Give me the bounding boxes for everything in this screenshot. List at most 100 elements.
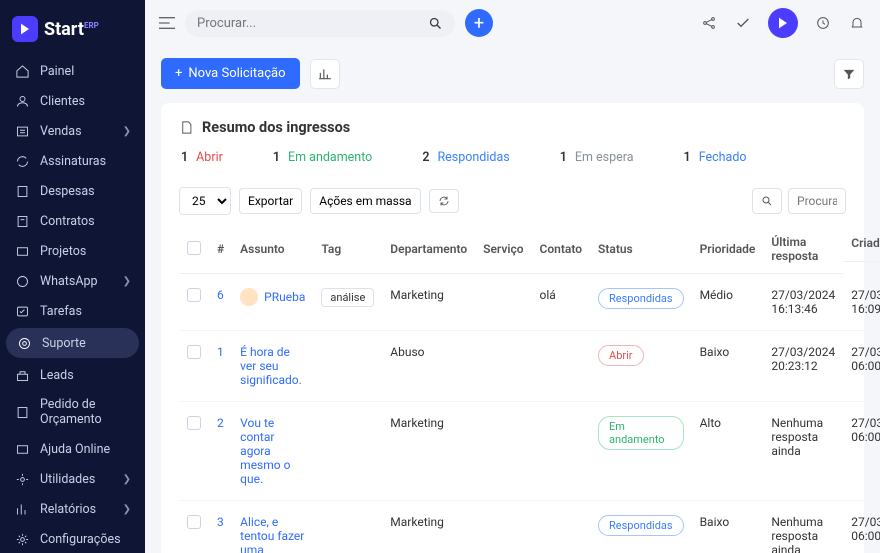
last-response-cell: 27/03/2024 16:13:46 <box>763 274 843 331</box>
dept-cell: Abuso <box>382 331 475 402</box>
check-icon[interactable] <box>734 14 752 32</box>
stat-count: 1 <box>181 150 188 165</box>
contact-cell <box>532 501 591 553</box>
column-header[interactable]: Criada⌄ <box>843 225 880 262</box>
table-search-icon-button[interactable] <box>752 188 782 214</box>
logo[interactable]: StartERP <box>0 8 145 56</box>
row-checkbox[interactable] <box>187 345 201 359</box>
sidebar-item-tarefas[interactable]: Tarefas <box>0 296 145 326</box>
dept-cell: Marketing <box>382 402 475 501</box>
search-icon[interactable] <box>428 16 443 31</box>
document-icon <box>179 120 194 135</box>
export-button[interactable]: Exportar <box>239 188 302 214</box>
column-header[interactable]: Departamento <box>382 225 475 274</box>
search-box[interactable] <box>185 10 455 37</box>
sidebar-item-assinaturas[interactable]: Assinaturas <box>0 146 145 176</box>
sidebar-item-utilidades[interactable]: Utilidades❯ <box>0 464 145 494</box>
dept-cell: Marketing <box>382 501 475 553</box>
sidebar-item-whatsapp[interactable]: WhatsApp❯ <box>0 266 145 296</box>
add-button[interactable]: + <box>465 9 493 37</box>
subject-link[interactable]: PRueba <box>264 290 305 304</box>
sidebar-item-despesas[interactable]: Despesas <box>0 176 145 206</box>
subject-link[interactable]: Alice, e tentou fazer uma reverência com… <box>240 515 305 553</box>
nav-label: Suporte <box>42 336 129 351</box>
contact-cell <box>532 331 591 402</box>
sidebar-item-contratos[interactable]: Contratos <box>0 206 145 236</box>
bulk-actions-button[interactable]: Ações em massa <box>310 188 420 214</box>
table-row: 1 É hora de ver seu significado. Abuso A… <box>179 331 880 402</box>
nav-label: Assinaturas <box>40 154 131 169</box>
status-badge: Respondidas <box>598 288 684 309</box>
service-cell <box>475 331 531 402</box>
column-header[interactable]: Tag <box>313 225 382 274</box>
share-icon[interactable] <box>700 14 718 32</box>
stat-item[interactable]: 1Fechado <box>684 150 747 165</box>
row-checkbox[interactable] <box>187 288 201 302</box>
clock-icon[interactable] <box>814 14 832 32</box>
nav-label: Tarefas <box>40 304 131 319</box>
sidebar-item-pedido-de-orçamento[interactable]: Pedido de Orçamento <box>0 390 145 434</box>
nav-icon <box>16 335 32 351</box>
sidebar-item-painel[interactable]: Painel <box>0 56 145 86</box>
ticket-id-link[interactable]: 3 <box>217 515 224 529</box>
chart-toggle-button[interactable] <box>310 59 340 89</box>
sidebar-item-clientes[interactable]: Clientes <box>0 86 145 116</box>
sidebar-item-leads[interactable]: Leads <box>0 360 145 390</box>
stat-item[interactable]: 2Respondidas <box>422 150 509 165</box>
stat-count: 1 <box>273 150 280 165</box>
ticket-id-link[interactable]: 2 <box>217 416 224 430</box>
sidebar-item-relatórios[interactable]: Relatórios❯ <box>0 494 145 524</box>
stat-item[interactable]: 1Abrir <box>181 150 223 165</box>
column-header[interactable]: Prioridade <box>692 225 764 274</box>
table-row: 2 Vou te contar agora mesmo o que. Marke… <box>179 402 880 501</box>
row-checkbox[interactable] <box>187 416 201 430</box>
filter-button[interactable] <box>834 59 864 89</box>
nav-label: Configurações <box>40 532 131 547</box>
select-all-checkbox[interactable] <box>187 241 201 255</box>
stat-item[interactable]: 1Em espera <box>560 150 634 165</box>
stat-label: Em andamento <box>288 150 372 165</box>
stat-item[interactable]: 1 Em andamento <box>273 150 372 165</box>
chevron-right-icon: ❯ <box>123 276 131 287</box>
nav-icon <box>14 501 30 517</box>
created-cell: 27/03/2024 16:09:18 <box>843 274 880 331</box>
nav-label: Relatórios <box>40 502 123 517</box>
card-title: Resumo dos ingressos <box>202 119 350 136</box>
nav-icon <box>14 123 30 139</box>
refresh-button[interactable] <box>429 189 459 213</box>
bell-icon[interactable] <box>848 14 866 32</box>
page-size-select[interactable]: 25 <box>179 187 231 215</box>
priority-cell: Baixo <box>692 331 764 402</box>
column-header[interactable]: Serviço <box>475 225 531 274</box>
new-ticket-button[interactable]: + Nova Solicitação <box>161 58 300 89</box>
column-header[interactable]: Última resposta <box>763 225 843 274</box>
column-header[interactable]: Assunto <box>232 225 313 274</box>
priority-cell: Alto <box>692 402 764 501</box>
avatar[interactable] <box>768 8 798 38</box>
subject-link[interactable]: Vou te contar agora mesmo o que. <box>240 416 305 486</box>
row-checkbox[interactable] <box>187 515 201 529</box>
service-cell <box>475 501 531 553</box>
nav-icon <box>14 63 30 79</box>
sidebar-item-configurações[interactable]: Configurações <box>0 524 145 553</box>
ticket-id-link[interactable]: 1 <box>217 345 224 359</box>
column-header[interactable]: # <box>209 225 232 274</box>
created-cell: 27/03/2024 06:00:07 <box>843 501 880 553</box>
sidebar-item-ajuda-online[interactable]: Ajuda Online <box>0 434 145 464</box>
search-input[interactable] <box>197 16 428 31</box>
stat-count: 1 <box>684 150 691 165</box>
priority-cell: Médio <box>692 274 764 331</box>
nav-label: Vendas <box>40 124 123 139</box>
ticket-id-link[interactable]: 6 <box>217 288 224 302</box>
nav-label: Leads <box>40 368 131 383</box>
sidebar-item-projetos[interactable]: Projetos <box>0 236 145 266</box>
subject-link[interactable]: É hora de ver seu significado. <box>240 345 305 387</box>
sidebar-item-vendas[interactable]: Vendas❯ <box>0 116 145 146</box>
status-badge: Respondidas <box>598 515 684 536</box>
nav-label: Painel <box>40 64 131 79</box>
table-search-input[interactable] <box>788 188 846 214</box>
column-header[interactable]: Contato <box>532 225 591 274</box>
menu-toggle-icon[interactable] <box>159 16 175 30</box>
sidebar-item-suporte[interactable]: Suporte <box>6 328 139 358</box>
column-header[interactable]: Status <box>590 225 692 274</box>
